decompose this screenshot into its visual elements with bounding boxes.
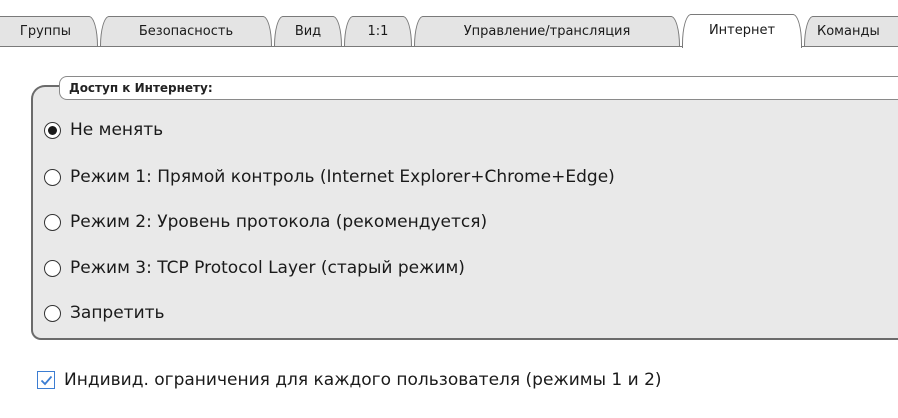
tab-security[interactable]: Безопасность — [100, 16, 272, 46]
radio-no-change[interactable]: Не менять — [44, 114, 163, 146]
radio-button-icon[interactable] — [44, 168, 61, 186]
tab-commands[interactable]: Команды — [804, 16, 898, 46]
checkmark-icon — [40, 375, 52, 385]
tab-one-to-one[interactable]: 1:1 — [344, 16, 412, 46]
tab-view[interactable]: Вид — [274, 16, 342, 46]
tab-label: Группы — [19, 24, 72, 39]
radio-label: Режим 1: Прямой контроль (Internet Explo… — [70, 167, 615, 187]
radio-mode-3[interactable]: Режим 3: TCP Protocol Layer (старый режи… — [44, 252, 465, 284]
tab-label: Интернет — [708, 23, 776, 38]
tab-control-broadcast[interactable]: Управление/трансляция — [414, 16, 680, 46]
internet-access-legend: Доступ к Интернету: — [59, 76, 898, 100]
tab-internet[interactable]: Интернет — [682, 14, 802, 48]
radio-label: Не менять — [70, 120, 164, 140]
radio-label: Режим 2: Уровень протокола (рекомендуетс… — [70, 212, 488, 232]
radio-label: Запретить — [70, 303, 165, 323]
radio-button-icon[interactable] — [44, 121, 61, 139]
tab-label: 1:1 — [367, 24, 389, 39]
tab-label: Команды — [817, 24, 880, 39]
tab-label: Безопасность — [138, 24, 234, 39]
checkbox-checked-icon[interactable] — [37, 371, 55, 389]
tab-label: Вид — [294, 24, 322, 39]
radio-button-icon[interactable] — [44, 213, 61, 231]
tab-strip: Группы Безопасность Вид 1:1 Управление/т… — [0, 0, 898, 48]
per-user-limits-checkbox-row[interactable]: Индивид. ограничения для каждого пользов… — [37, 366, 662, 394]
tab-groups[interactable]: Группы — [0, 16, 98, 46]
radio-mode-2[interactable]: Режим 2: Уровень протокола (рекомендуетс… — [44, 206, 487, 238]
per-user-limits-label: Индивид. ограничения для каждого пользов… — [64, 370, 662, 390]
radio-mode-1[interactable]: Режим 1: Прямой контроль (Internet Explo… — [44, 161, 615, 193]
radio-button-icon[interactable] — [44, 259, 61, 277]
radio-block[interactable]: Запретить — [44, 297, 165, 329]
radio-label: Режим 3: TCP Protocol Layer (старый режи… — [70, 258, 465, 278]
radio-selected-dot — [48, 125, 57, 135]
radio-button-icon[interactable] — [44, 304, 61, 322]
tab-label: Управление/трансляция — [463, 24, 631, 39]
